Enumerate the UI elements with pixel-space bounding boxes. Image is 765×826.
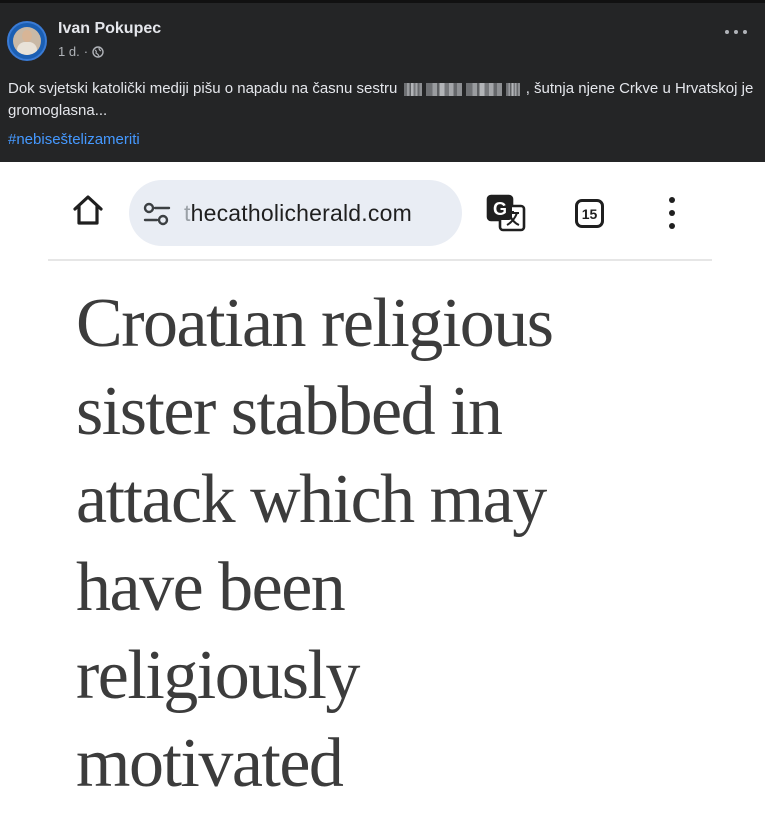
author-name[interactable]: Ivan Pokupec bbox=[58, 20, 161, 38]
tabs-icon[interactable]: 15 bbox=[575, 199, 604, 228]
post-time[interactable]: 1 d. bbox=[58, 44, 80, 59]
redacted-block bbox=[465, 82, 502, 96]
globe-icon bbox=[92, 45, 104, 58]
redacted-block bbox=[403, 82, 422, 96]
headline-line: sister stabbed in bbox=[76, 373, 503, 450]
divider bbox=[48, 259, 712, 261]
avatar-photo bbox=[13, 27, 41, 55]
headline-line: motivated bbox=[76, 725, 344, 802]
hashtag-link[interactable]: #nebiseštelizameriti bbox=[8, 131, 140, 148]
headline-line: have been bbox=[76, 549, 346, 626]
headline-line: Croatian religious bbox=[76, 285, 554, 362]
address-bar[interactable]: thecatholicherald.com bbox=[129, 180, 462, 246]
avatar[interactable] bbox=[7, 21, 47, 61]
url-text[interactable]: thecatholicherald.com bbox=[184, 200, 412, 227]
more-options-icon[interactable] bbox=[725, 29, 747, 35]
headline-line: attack which may bbox=[76, 461, 547, 538]
post-text-before: Dok svjetski katolički mediji pišu o nap… bbox=[8, 80, 398, 97]
site-settings-icon[interactable] bbox=[143, 202, 171, 226]
post-text: Dok svjetski katolički mediji pišu o nap… bbox=[8, 78, 758, 122]
menu-icon[interactable] bbox=[668, 197, 676, 229]
redacted-block bbox=[505, 82, 520, 96]
home-icon[interactable] bbox=[71, 193, 105, 227]
meta-separator: · bbox=[83, 44, 89, 59]
article-headline: Croatian religious sister stabbed in att… bbox=[76, 280, 716, 808]
post-meta: 1 d. · bbox=[58, 44, 104, 59]
translate-icon[interactable]: G bbox=[486, 194, 526, 232]
svg-text:G: G bbox=[493, 199, 507, 219]
facebook-post: Ivan Pokupec 1 d. · Dok svjetski katolič… bbox=[0, 0, 765, 162]
article-screenshot: thecatholicherald.com G 15 Croatian reli… bbox=[0, 162, 765, 826]
headline-line: religiously bbox=[76, 637, 360, 714]
redacted-block bbox=[425, 82, 462, 96]
